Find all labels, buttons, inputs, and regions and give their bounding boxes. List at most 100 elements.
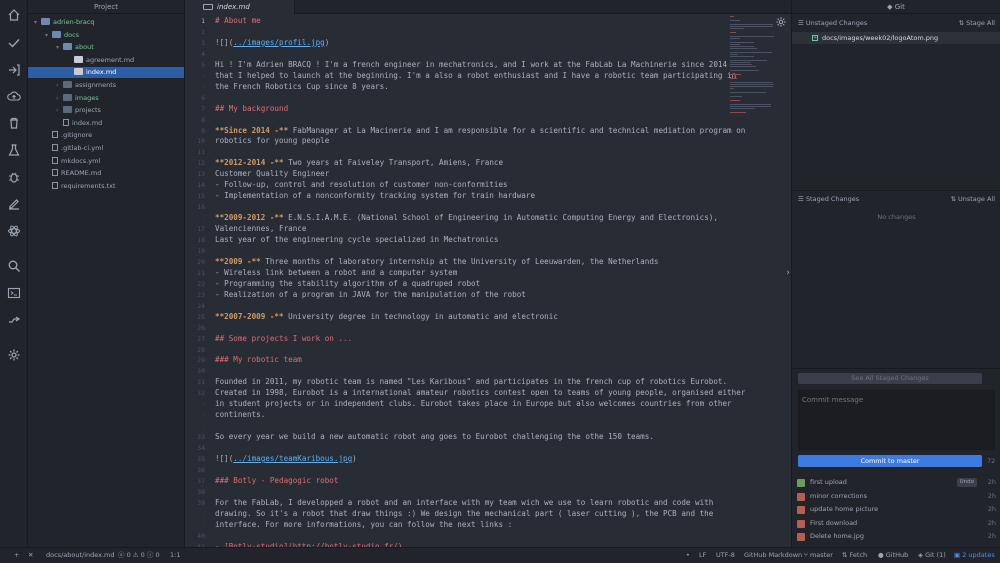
editor-text-area[interactable]: # About me ![](../images/profil.jpg) Hi ! …	[215, 14, 745, 547]
unstaged-changes-header: ☰ Unstaged Changes ⇅ Stage All	[792, 16, 1000, 30]
code-token: - Realization of a program in JAVA for t…	[215, 289, 526, 299]
line-number: ·	[201, 509, 205, 518]
line-number: 10	[197, 137, 205, 146]
code-editor[interactable]: 1 2 3 4 5 · · 6 7 8 9 10 11 12 13 14 15 16 · 17 18 19 20 21 22 23…	[185, 14, 791, 547]
tree-item[interactable]: index.md	[28, 67, 184, 79]
minimap[interactable]	[730, 14, 780, 124]
editor-settings-gear-icon[interactable]	[775, 16, 787, 28]
tree-item[interactable]: index.md	[28, 118, 184, 129]
code-token: **Since 2014 -**	[215, 125, 293, 135]
commit-time: 2h	[987, 478, 996, 486]
code-token: **2009-2012 -**	[215, 213, 289, 223]
cursor-position[interactable]: 1:1	[170, 548, 180, 563]
sign-in-icon[interactable]	[7, 63, 21, 77]
code-token: Hi ! I'm Adrien BRACQ ! I'm a french eng…	[215, 59, 728, 69]
commit-row[interactable]: First download 2h	[792, 517, 1000, 530]
flask-icon[interactable]	[7, 143, 21, 157]
code-token: ## My background	[215, 103, 289, 113]
tree-item[interactable]: mkdocs.yml	[28, 156, 184, 167]
code-line: # About me	[215, 16, 261, 25]
code-token: Customer Quality Engineer	[215, 169, 330, 179]
commit-message-input[interactable]	[798, 390, 995, 450]
tree-item-label: agreement.md	[86, 55, 135, 64]
branch-selector[interactable]: ⑂ master	[804, 548, 833, 563]
cloud-upload-icon[interactable]	[7, 89, 21, 103]
minimap-line	[730, 66, 756, 67]
edit-icon[interactable]	[7, 197, 21, 211]
package-icon: ▣	[954, 551, 963, 559]
line-ending[interactable]: LF	[699, 548, 706, 563]
line-number: 28	[197, 345, 205, 354]
commit-row[interactable]: update home picture 2h	[792, 503, 1000, 516]
code-line: **2009 -** Three months of laboratory in…	[215, 257, 658, 266]
tree-item-label: .gitignore	[61, 131, 93, 140]
stage-all-button[interactable]: ⇅ Stage All	[959, 16, 995, 30]
line-number: 29	[197, 356, 205, 365]
github-tab-button[interactable]: ● GitHub	[878, 548, 908, 563]
tree-item[interactable]: ▾ about	[28, 42, 184, 53]
code-line: - Programming the stability algorithm of…	[215, 279, 480, 288]
unstage-all-button[interactable]: ⇅ Unstage All	[950, 192, 995, 206]
tree-item[interactable]: › images	[28, 93, 184, 104]
minimap-line	[730, 36, 775, 37]
home-icon[interactable]	[7, 8, 21, 22]
chevron-icon: ▾	[34, 19, 38, 26]
unstaged-file-row[interactable]: + docs/images/week02/logoAtom.png	[792, 32, 1000, 44]
minimap-line	[730, 20, 740, 21]
tree-item-label: index.md	[86, 68, 117, 77]
search-icon[interactable]	[7, 259, 21, 273]
see-all-staged-changes-button[interactable]: See All Staged Changes	[798, 373, 982, 384]
line-number: 32	[197, 389, 205, 398]
avatar	[797, 506, 805, 515]
tab-index-md[interactable]: index.md	[185, 0, 295, 14]
line-number: 30	[197, 367, 205, 376]
tree-item[interactable]: .gitignore	[28, 130, 184, 141]
tree-item[interactable]: requirements.txt	[28, 181, 184, 192]
tree-item[interactable]: ▾ docs	[28, 30, 184, 41]
tree-item[interactable]: › assignments	[28, 80, 184, 91]
line-number: 5	[201, 60, 205, 69]
commit-row[interactable]: Delete home.jpg 2h	[792, 530, 1000, 543]
tree-item[interactable]: README.md	[28, 168, 184, 179]
tree-item[interactable]: ▾ adrien-bracq	[28, 17, 184, 28]
diagnostics-count[interactable]: ⓧ 0 ⚠ 0 ⓘ 0	[118, 548, 160, 563]
checkmark-icon[interactable]	[7, 36, 21, 50]
commit-button[interactable]: Commit to master	[798, 455, 982, 467]
folder-icon	[63, 81, 72, 88]
tree-item[interactable]: agreement.md	[28, 55, 184, 66]
code-line: that I helped to launch at the beginning…	[215, 71, 736, 80]
chevron-icon: ▾	[45, 31, 49, 39]
line-number: 36	[197, 465, 205, 474]
minimap-line	[730, 60, 767, 61]
tree-item-label: projects	[75, 106, 101, 115]
code-line: **2012-2014 -** Two years at Faiveley Tr…	[215, 158, 503, 167]
tree-item[interactable]: › projects	[28, 105, 184, 116]
commit-row[interactable]: first upload Undo 2h	[792, 476, 1000, 489]
gear-icon[interactable]	[7, 348, 21, 362]
bug-icon[interactable]	[7, 170, 21, 184]
chevron-icon: ▾	[56, 44, 60, 52]
trash-icon[interactable]	[7, 116, 21, 130]
git-tab-button[interactable]: ◈ Git (1)	[918, 548, 946, 563]
updates-button[interactable]: ▣ 2 updates	[954, 548, 995, 563]
file-path[interactable]: docs/about/index.md	[46, 548, 115, 563]
tree-item[interactable]: .gitlab-ci.yml	[28, 143, 184, 154]
atom-icon[interactable]	[7, 224, 21, 238]
code-line: Created in 1998, Eurobot is a internatio…	[215, 388, 745, 397]
chevron-icon: ›	[56, 94, 59, 102]
grammar-selector[interactable]: GitHub Markdown	[744, 548, 802, 563]
line-number: 7	[201, 104, 205, 113]
commit-row[interactable]: minor corrections 2h	[792, 490, 1000, 503]
line-number: 33	[197, 433, 205, 442]
terminal-icon[interactable]	[7, 286, 21, 300]
remote-icon[interactable]	[7, 313, 21, 327]
code-line: Founded in 2011, my robotic team is name…	[215, 377, 727, 386]
activity-bar	[0, 0, 28, 547]
undo-button[interactable]: Undo	[956, 478, 977, 487]
close-icon[interactable]: ✕	[28, 548, 33, 563]
minimap-line	[730, 96, 742, 97]
minimap-line	[730, 24, 773, 25]
file-encoding[interactable]: UTF-8	[716, 548, 735, 563]
fetch-button[interactable]: ⇅ Fetch	[842, 548, 867, 563]
add-icon[interactable]: +	[14, 548, 19, 563]
